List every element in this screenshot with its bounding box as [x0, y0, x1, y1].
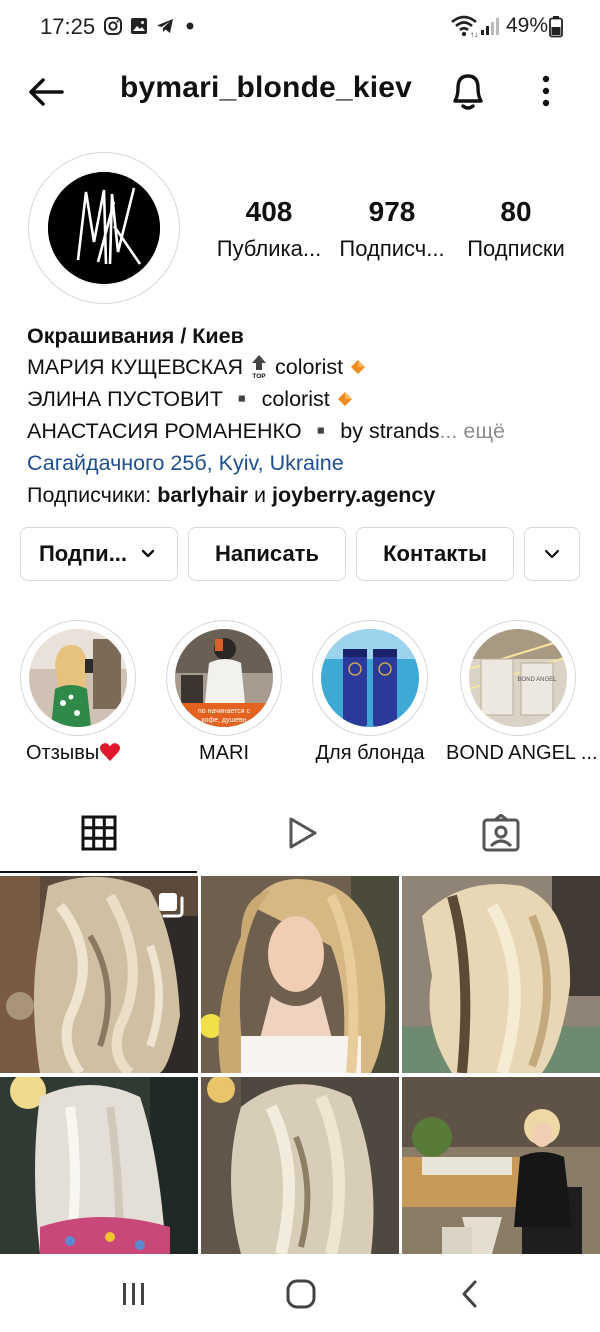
contacts-button[interactable]: Контакты — [356, 527, 514, 581]
posts-count: 408 — [245, 196, 293, 227]
highlight-bond-angel[interactable]: BOND ANGEL — [460, 620, 576, 736]
more-options-icon[interactable] — [530, 70, 562, 114]
bell-icon[interactable] — [446, 68, 490, 114]
stat-posts[interactable]: 408 Публика... — [204, 196, 334, 262]
mutual-follower-1[interactable]: barlyhair — [157, 483, 248, 507]
back-arrow-icon[interactable] — [24, 70, 68, 114]
gallery-icon — [131, 18, 147, 34]
top-arrow-icon: TOP — [252, 355, 266, 380]
bio-line-2-text: ЭЛИНА ПУСТОВИТ ▪️ colorist — [27, 387, 330, 411]
highlight-reviews-cover — [29, 629, 127, 727]
bio-category: Окрашивания / Киев — [27, 324, 244, 348]
reels-play-icon[interactable] — [282, 814, 320, 852]
highlight-mari-cover: по начинается с кофе, душевн — [175, 629, 273, 727]
orange-diamond-icon — [351, 360, 366, 374]
suggested-accounts-button[interactable] — [524, 527, 580, 581]
highlight-bond-angel-label[interactable]: BOND ANGEL ... — [446, 742, 598, 765]
following-dropdown-button[interactable]: Подпи... — [20, 527, 178, 581]
following-label: Подписки — [467, 236, 565, 261]
home-icon[interactable] — [284, 1278, 318, 1310]
followers-count: 978 — [368, 196, 416, 227]
mutual-follower-2[interactable]: joyberry.agency — [272, 483, 435, 507]
system-navigation-bar — [0, 1254, 600, 1332]
signal-icon — [481, 18, 499, 35]
following-count: 80 — [500, 196, 532, 227]
message-button-label: Написать — [215, 541, 319, 566]
contacts-button-label: Контакты — [383, 541, 487, 566]
bio-line-2: ЭЛИНА ПУСТОВИТ ▪️ colorist — [27, 383, 354, 415]
back-nav-icon[interactable] — [456, 1278, 484, 1310]
telegram-icon — [157, 19, 173, 33]
bio-line-3: АНАСТАСИЯ РОМАНЕНКО ▪️ by strands... ещё — [27, 415, 505, 447]
svg-text:↑↓: ↑↓ — [470, 30, 478, 37]
posts-label: Публика... — [216, 236, 322, 261]
mutual-followers-prefix: Подписчики: — [27, 483, 158, 507]
red-heart-icon — [100, 743, 121, 761]
post-thumbnail[interactable] — [402, 876, 600, 1073]
svg-text:TOP: TOP — [252, 373, 266, 379]
bio-line-1-text: МАРИЯ КУЩЕВСКАЯ — [27, 355, 244, 379]
svg-text:кофе, душевн: кофе, душевн — [201, 717, 246, 724]
bio-line-1: МАРИЯ КУЩЕВСКАЯ TOP colorist — [27, 351, 367, 383]
chevron-down-icon — [544, 549, 560, 559]
highlight-reviews-text: Отзывы — [26, 742, 100, 764]
chevron-down-icon — [141, 549, 155, 558]
highlight-blonde-cover — [321, 629, 419, 727]
mutual-followers-and: и — [248, 483, 273, 507]
svg-text:по начинается с: по начинается с — [198, 708, 251, 715]
followers-label: Подписч... — [339, 236, 445, 261]
post-thumbnail[interactable] — [201, 876, 399, 1073]
battery-icon — [549, 16, 563, 38]
status-time: 17:25 — [40, 14, 96, 39]
bio-more-link[interactable]: ... ещё — [439, 419, 505, 443]
following-button-label: Подпи... — [38, 541, 128, 566]
orange-diamond-icon — [337, 392, 352, 406]
highlight-reviews[interactable] — [20, 620, 136, 736]
post-thumbnail[interactable] — [201, 1077, 399, 1274]
stat-following[interactable]: 80 Подписки — [451, 196, 581, 262]
stat-followers[interactable]: 978 Подписч... — [327, 196, 457, 262]
avatar-logo-icon — [48, 172, 160, 284]
highlight-reviews-label[interactable]: Отзывы — [26, 742, 130, 765]
grid-icon[interactable] — [81, 815, 117, 851]
recent-apps-icon[interactable] — [118, 1280, 150, 1308]
active-tab-indicator — [0, 871, 197, 873]
post-thumbnail[interactable] — [0, 876, 198, 1073]
status-bar: 17:25 ↑↓ 49% — [0, 0, 600, 56]
bio-line-3-text: АНАСТАСИЯ РОМАНЕНКО ▪️ by strands — [27, 419, 440, 443]
tagged-person-icon[interactable] — [482, 814, 520, 852]
post-thumbnail[interactable] — [0, 1077, 198, 1274]
post-thumbnail[interactable] — [402, 1077, 600, 1274]
dot-icon — [186, 22, 194, 30]
message-button[interactable]: Написать — [188, 527, 346, 581]
highlight-blonde[interactable] — [312, 620, 428, 736]
wifi-icon: ↑↓ — [451, 15, 478, 37]
highlight-blonde-label[interactable]: Для блонда — [306, 742, 434, 765]
bio-location-link[interactable]: Сагайдачного 25б, Kyiv, Ukraine — [27, 447, 344, 479]
avatar[interactable] — [48, 172, 160, 284]
bio-line-1-tail: colorist — [274, 355, 344, 379]
carousel-icon — [159, 893, 184, 918]
mutual-followers[interactable]: Подписчики: barlyhair и joyberry.agency — [27, 479, 435, 511]
battery-percent: 49% — [506, 14, 549, 37]
highlight-mari-label[interactable]: MARI — [166, 742, 282, 765]
svg-text:BOND ANGEL: BOND ANGEL — [517, 677, 557, 683]
instagram-icon — [104, 17, 122, 35]
profile-username: bymari_blonde_kiev — [120, 71, 413, 104]
highlight-mari[interactable]: по начинается с кофе, душевн — [166, 620, 282, 736]
highlight-bond-angel-cover: BOND ANGEL — [469, 629, 567, 727]
